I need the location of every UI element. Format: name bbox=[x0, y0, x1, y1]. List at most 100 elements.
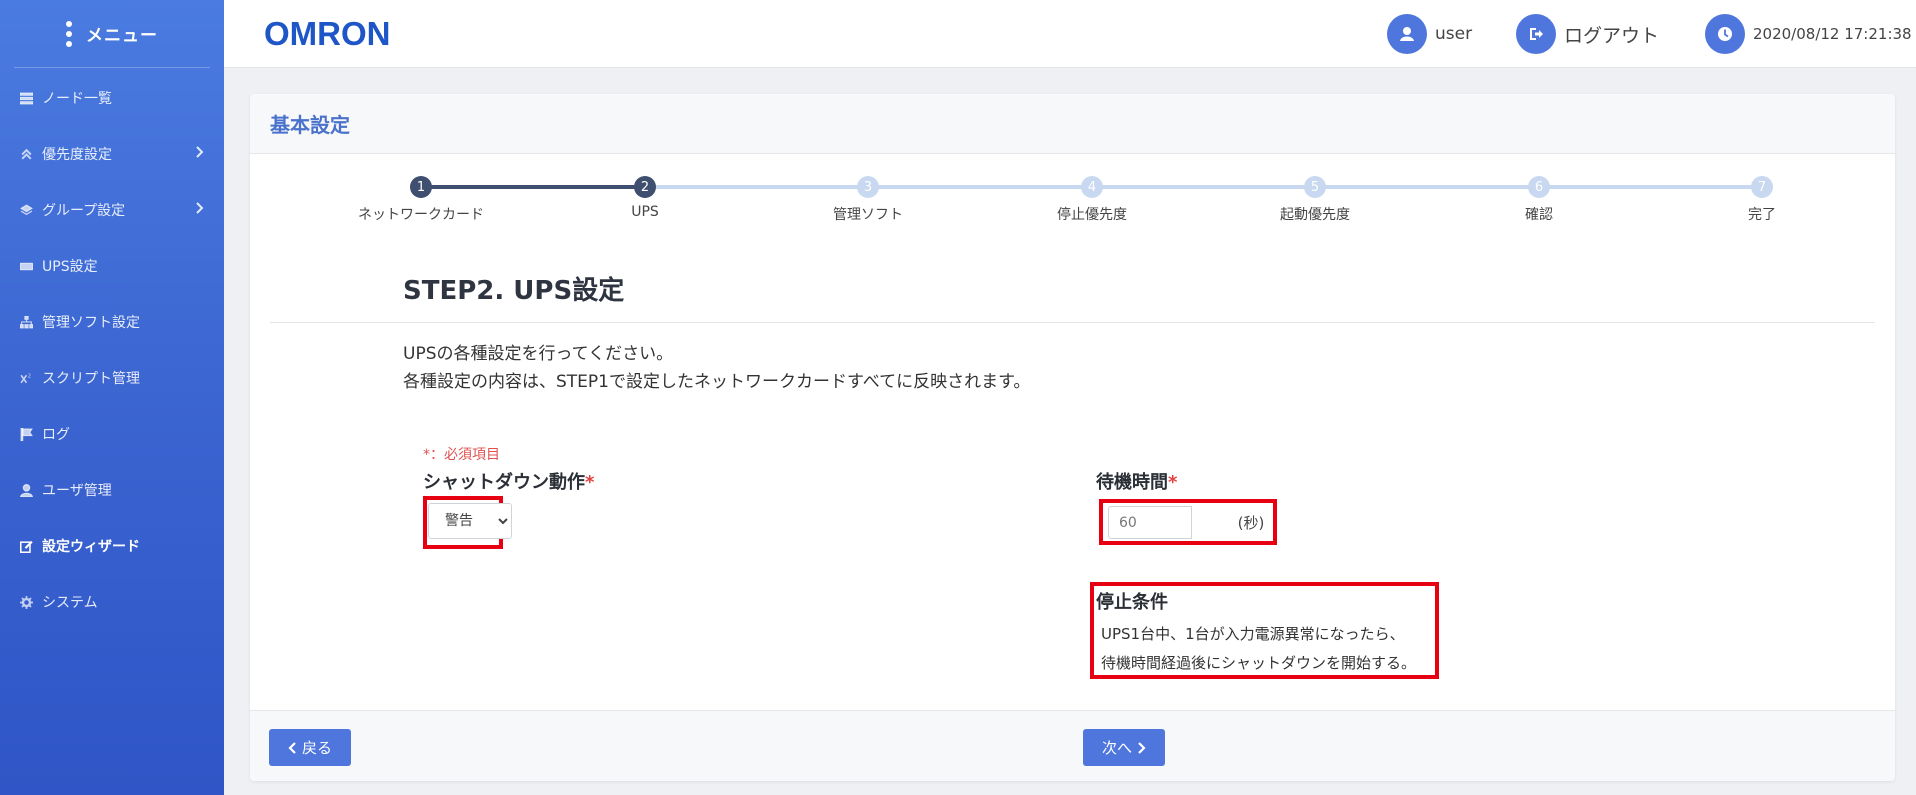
step-3: 3 管理ソフト bbox=[788, 176, 948, 224]
step-2: 2 UPS bbox=[565, 176, 725, 220]
card-header: 基本設定 bbox=[250, 94, 1895, 154]
stop-condition-line: 待機時間経過後にシャットダウンを開始する。 bbox=[1101, 654, 1417, 672]
step-label: UPS bbox=[631, 204, 659, 220]
step-number: 2 bbox=[634, 176, 656, 198]
omron-logo: OMRON bbox=[264, 15, 414, 54]
datetime: 2020/08/12 17:21:38 bbox=[1753, 25, 1912, 43]
list-icon bbox=[18, 90, 34, 106]
sidebar-item-label: システム bbox=[42, 595, 98, 611]
required-note: *：必須項目 bbox=[423, 447, 500, 463]
required-star: * bbox=[1168, 472, 1178, 493]
sidebar-title: メニュー bbox=[86, 26, 158, 46]
sidebar-item-label: ユーザ管理 bbox=[42, 483, 112, 499]
next-button[interactable]: 次へ bbox=[1083, 729, 1165, 766]
sidebar-item-label: UPS設定 bbox=[42, 259, 98, 275]
step-1: 1 ネットワークカード bbox=[341, 176, 501, 224]
stop-condition-title: 停止条件 bbox=[1096, 592, 1168, 613]
step-label: 停止優先度 bbox=[1057, 207, 1127, 223]
step-6: 6 確認 bbox=[1459, 176, 1619, 224]
chevron-left-icon bbox=[288, 741, 296, 754]
layers-icon bbox=[18, 202, 34, 218]
sidebar-item-script[interactable]: 2 スクリプト管理 bbox=[0, 350, 224, 406]
sidebar-item-group[interactable]: グループ設定 bbox=[0, 182, 224, 238]
step-label: 起動優先度 bbox=[1280, 207, 1350, 223]
sidebar-item-label: スクリプト管理 bbox=[42, 371, 140, 387]
logout-button[interactable]: ログアウト bbox=[1516, 14, 1659, 54]
sitemap-icon bbox=[18, 314, 34, 330]
chevron-right-icon bbox=[194, 146, 204, 162]
svg-text:2: 2 bbox=[27, 373, 30, 379]
logo-text: OMRON bbox=[264, 16, 391, 50]
required-star: * bbox=[585, 472, 595, 493]
gear-icon bbox=[18, 594, 34, 610]
sidebar-item-label: ログ bbox=[42, 427, 70, 443]
wait-time-group: (秒) bbox=[1108, 506, 1310, 539]
stop-condition-text: UPS1台中、1台が入力電源異常になったら、 待機時間経過後にシャットダウンを開… bbox=[1101, 620, 1416, 678]
shutdown-label: シャットダウン動作* bbox=[423, 468, 594, 494]
sidebar-header[interactable]: メニュー bbox=[14, 0, 210, 68]
description-line: UPSの各種設定を行ってください。 bbox=[403, 344, 674, 364]
sidebar-item-label: ノード一覧 bbox=[42, 91, 112, 107]
step-7: 7 完了 bbox=[1682, 176, 1842, 224]
chevron-right-icon bbox=[194, 202, 204, 218]
page-title: 基本設定 bbox=[270, 113, 350, 137]
wizard-card: 基本設定 1 ネットワークカード 2 UPS 3 管理ソフト 4 停止優先度 5… bbox=[250, 94, 1895, 781]
sidebar-item-label: 管理ソフト設定 bbox=[42, 315, 140, 331]
user-icon bbox=[18, 482, 34, 498]
script-icon: 2 bbox=[18, 370, 34, 386]
user-icon bbox=[1387, 14, 1427, 54]
step-number: 6 bbox=[1528, 176, 1550, 198]
clock-icon bbox=[1705, 14, 1745, 54]
step-5: 5 起動優先度 bbox=[1235, 176, 1395, 224]
flag-icon bbox=[18, 426, 34, 442]
back-label: 戻る bbox=[301, 739, 332, 757]
user-name: user bbox=[1435, 24, 1473, 44]
sidebar-item-label: グループ設定 bbox=[42, 203, 126, 219]
sidebar-item-user-management[interactable]: ユーザ管理 bbox=[0, 462, 224, 518]
sidebar-item-management-soft[interactable]: 管理ソフト設定 bbox=[0, 294, 224, 350]
sidebar-item-setup-wizard[interactable]: 設定ウィザード bbox=[0, 518, 224, 574]
logout-label: ログアウト bbox=[1564, 24, 1660, 47]
step-number: 5 bbox=[1304, 176, 1326, 198]
wait-time-label: 待機時間* bbox=[1096, 468, 1177, 494]
back-button[interactable]: 戻る bbox=[269, 729, 351, 766]
sidebar-item-label: 優先度設定 bbox=[42, 147, 112, 163]
step-4: 4 停止優先度 bbox=[1012, 176, 1172, 224]
logout-icon bbox=[1516, 14, 1556, 54]
wait-time-label-text: 待機時間 bbox=[1096, 472, 1168, 493]
step-description: UPSの各種設定を行ってください。 各種設定の内容は、STEP1で設定したネット… bbox=[403, 340, 1030, 396]
step-heading: STEP2. UPS設定 bbox=[403, 276, 625, 306]
divider bbox=[270, 322, 1875, 323]
top-bar: OMRON user ログアウト 2020/08/12 17:21:38 bbox=[224, 0, 1916, 68]
shutdown-action-select[interactable]: 警告 bbox=[428, 503, 512, 539]
edit-icon bbox=[18, 538, 34, 554]
sidebar-item-priority[interactable]: 優先度設定 bbox=[0, 126, 224, 182]
step-label: 完了 bbox=[1748, 207, 1776, 223]
step-label: ネットワークカード bbox=[358, 207, 484, 223]
user-menu[interactable]: user bbox=[1387, 14, 1472, 54]
next-label: 次へ bbox=[1101, 739, 1132, 757]
stop-condition-line: UPS1台中、1台が入力電源異常になったら、 bbox=[1101, 625, 1405, 643]
step-number: 1 bbox=[410, 176, 432, 198]
step-number: 7 bbox=[1751, 176, 1773, 198]
step-number: 4 bbox=[1081, 176, 1103, 198]
step-label: 確認 bbox=[1525, 207, 1553, 223]
sidebar-item-label: 設定ウィザード bbox=[42, 539, 140, 555]
shutdown-label-text: シャットダウン動作 bbox=[423, 472, 585, 493]
chevron-right-icon bbox=[1138, 741, 1146, 754]
step-label: 管理ソフト bbox=[833, 207, 903, 223]
sidebar-item-ups[interactable]: UPS設定 bbox=[0, 238, 224, 294]
sidebar-item-node-list[interactable]: ノード一覧 bbox=[0, 70, 224, 126]
kebab-menu-icon bbox=[66, 20, 72, 47]
sidebar-item-system[interactable]: システム bbox=[0, 574, 224, 630]
step-number: 3 bbox=[857, 176, 879, 198]
sidebar: メニュー ノード一覧 優先度設定 グループ設定 UPS設定 管理ソフト設定 2 … bbox=[0, 0, 224, 795]
wait-time-unit: (秒) bbox=[1237, 514, 1265, 532]
sidebar-item-log[interactable]: ログ bbox=[0, 406, 224, 462]
priority-icon bbox=[18, 146, 34, 162]
card-footer: 戻る 次へ bbox=[250, 710, 1895, 781]
description-line: 各種設定の内容は、STEP1で設定したネットワークカードすべてに反映されます。 bbox=[403, 372, 1031, 392]
wait-time-input[interactable] bbox=[1108, 506, 1192, 539]
clock: 2020/08/12 17:21:38 bbox=[1705, 14, 1912, 54]
ups-icon bbox=[18, 258, 34, 274]
